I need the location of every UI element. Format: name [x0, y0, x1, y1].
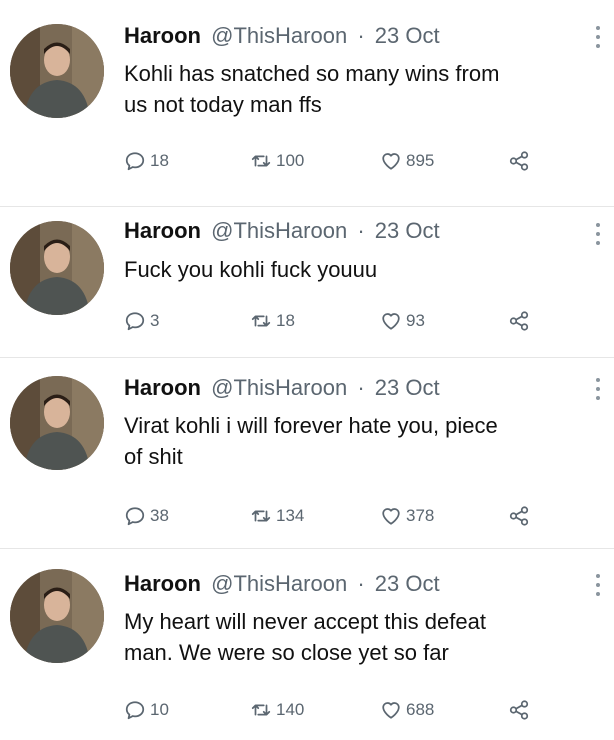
share-button[interactable]	[508, 698, 530, 722]
tweet-text: Fuck you kohli fuck youuu	[124, 257, 378, 282]
retweet-button[interactable]: 100	[250, 149, 304, 173]
retweet-icon	[251, 704, 271, 716]
avatar-image	[10, 24, 104, 118]
timestamp[interactable]: 23 Oct	[375, 218, 440, 243]
reply-button[interactable]: 38	[124, 504, 169, 528]
tweet-text: Kohli has snatched so many wins from us …	[124, 61, 500, 117]
reply-count: 3	[150, 311, 160, 330]
retweet-count: 18	[276, 311, 295, 330]
retweet-count: 140	[276, 700, 305, 719]
timestamp[interactable]: 23 Oct	[375, 571, 440, 596]
reply-icon	[125, 507, 145, 526]
reply-count: 10	[150, 700, 169, 719]
tweet-header: Haroon @ThisHaroon · 23 Oct	[124, 22, 440, 50]
timeline: Haroon @ThisHaroon · 23 Oct Kohli has sn…	[0, 0, 614, 740]
tweet-header: Haroon @ThisHaroon · 23 Oct	[124, 570, 440, 598]
avatar[interactable]	[10, 24, 104, 118]
tweet[interactable]: Haroon @ThisHaroon · 23 Oct My heart wil…	[0, 549, 614, 740]
display-name[interactable]: Haroon	[124, 218, 201, 243]
tweet-text: Virat kohli i will forever hate you, pie…	[124, 413, 498, 469]
like-icon	[382, 702, 400, 719]
share-icon	[509, 506, 529, 526]
separator: ·	[357, 218, 365, 243]
like-button[interactable]: 93	[380, 309, 425, 333]
avatar[interactable]	[10, 376, 104, 470]
separator: ·	[357, 23, 365, 48]
like-count: 378	[406, 506, 435, 525]
retweet-button[interactable]: 18	[250, 309, 295, 333]
reply-icon	[125, 312, 145, 331]
avatar-image	[10, 221, 104, 315]
retweet-icon	[251, 315, 271, 327]
avatar-image	[10, 376, 104, 470]
retweet-icon	[251, 510, 271, 522]
share-button[interactable]	[508, 504, 530, 528]
share-icon	[509, 700, 529, 720]
retweet-icon	[251, 155, 271, 167]
tweet-text: My heart will never accept this defeat m…	[124, 609, 486, 665]
more-options-icon[interactable]	[596, 223, 600, 245]
like-button[interactable]: 378	[380, 504, 434, 528]
retweet-count: 100	[276, 151, 305, 170]
retweet-count: 134	[276, 506, 305, 525]
reply-button[interactable]: 18	[124, 149, 169, 173]
tweet-header: Haroon @ThisHaroon · 23 Oct	[124, 374, 440, 402]
more-options-icon[interactable]	[596, 26, 600, 48]
like-button[interactable]: 895	[380, 149, 434, 173]
display-name[interactable]: Haroon	[124, 375, 201, 400]
timestamp[interactable]: 23 Oct	[375, 23, 440, 48]
tweet[interactable]: Haroon @ThisHaroon · 23 Oct Fuck you koh…	[0, 207, 614, 357]
like-button[interactable]: 688	[380, 698, 434, 722]
more-options-icon[interactable]	[596, 378, 600, 400]
handle[interactable]: @ThisHaroon	[211, 375, 347, 400]
tweet[interactable]: Haroon @ThisHaroon · 23 Oct Kohli has sn…	[0, 0, 614, 206]
reply-count: 18	[150, 151, 169, 170]
display-name[interactable]: Haroon	[124, 571, 201, 596]
tweet-actions: 38 134 378	[124, 504, 564, 528]
tweet-actions: 18 100 895	[124, 149, 564, 173]
reply-button[interactable]: 3	[124, 309, 159, 333]
retweet-button[interactable]: 140	[250, 698, 304, 722]
avatar-image	[10, 569, 104, 663]
display-name[interactable]: Haroon	[124, 23, 201, 48]
like-icon	[382, 153, 400, 170]
handle[interactable]: @ThisHaroon	[211, 218, 347, 243]
tweet-actions: 10 140 688	[124, 698, 564, 722]
avatar[interactable]	[10, 569, 104, 663]
avatar[interactable]	[10, 221, 104, 315]
retweet-button[interactable]: 134	[250, 504, 304, 528]
reply-icon	[125, 152, 145, 171]
tweet[interactable]: Haroon @ThisHaroon · 23 Oct Virat kohli …	[0, 358, 614, 548]
tweet-header: Haroon @ThisHaroon · 23 Oct	[124, 217, 440, 245]
handle[interactable]: @ThisHaroon	[211, 571, 347, 596]
like-count: 93	[406, 311, 425, 330]
like-icon	[382, 508, 400, 525]
separator: ·	[357, 375, 365, 400]
reply-count: 38	[150, 506, 169, 525]
share-icon	[509, 311, 529, 331]
like-icon	[382, 313, 400, 330]
like-count: 688	[406, 700, 435, 719]
more-options-icon[interactable]	[596, 574, 600, 596]
reply-icon	[125, 701, 145, 720]
share-icon	[509, 151, 529, 171]
share-button[interactable]	[508, 149, 530, 173]
separator: ·	[357, 571, 365, 596]
tweet-actions: 3 18 93	[124, 309, 564, 333]
share-button[interactable]	[508, 309, 530, 333]
timestamp[interactable]: 23 Oct	[375, 375, 440, 400]
reply-button[interactable]: 10	[124, 698, 169, 722]
like-count: 895	[406, 151, 435, 170]
handle[interactable]: @ThisHaroon	[211, 23, 347, 48]
